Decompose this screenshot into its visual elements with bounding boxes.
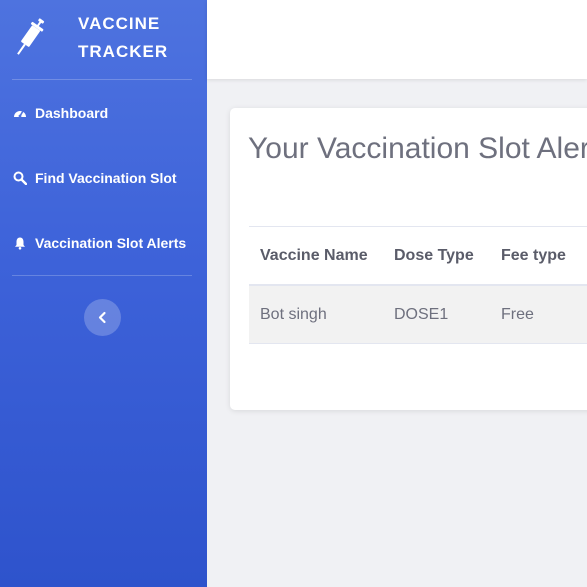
sidebar-item-label: Vaccination Slot Alerts bbox=[35, 235, 187, 251]
sidebar: VACCINE TRACKER Dashboard Find Vaccinati… bbox=[0, 0, 207, 587]
chevron-left-icon bbox=[98, 311, 106, 324]
sidebar-item-dashboard[interactable]: Dashboard bbox=[0, 93, 207, 133]
cell-vaccine-name: Bot singh bbox=[260, 306, 327, 323]
page-title: Your Vaccination Slot Alerts bbox=[248, 132, 587, 165]
sidebar-item-find-slot[interactable]: Find Vaccination Slot bbox=[0, 158, 207, 198]
cell-dose-type: DOSE1 bbox=[394, 306, 449, 323]
brand[interactable]: VACCINE TRACKER bbox=[0, 0, 207, 79]
alerts-table: Vaccine Name Dose Type Fee type Bot sing… bbox=[249, 226, 587, 344]
table-header: Vaccine Name Dose Type Fee type bbox=[249, 226, 587, 286]
column-header-dose-type: Dose Type bbox=[394, 247, 474, 264]
syringe-icon bbox=[17, 18, 45, 55]
sidebar-divider bbox=[12, 275, 192, 276]
sidebar-toggle-button[interactable] bbox=[84, 299, 121, 336]
table-row[interactable]: Bot singh DOSE1 Free bbox=[249, 286, 587, 344]
sidebar-divider bbox=[12, 79, 192, 80]
sidebar-item-slot-alerts[interactable]: Vaccination Slot Alerts bbox=[0, 223, 207, 263]
bell-icon bbox=[15, 237, 25, 250]
search-icon bbox=[13, 171, 27, 185]
tachometer-icon bbox=[14, 110, 26, 118]
column-header-vaccine-name: Vaccine Name bbox=[260, 247, 368, 264]
sidebar-item-label: Dashboard bbox=[35, 105, 109, 121]
brand-line-1: VACCINE bbox=[78, 14, 161, 33]
topbar bbox=[207, 0, 587, 79]
cell-fee-type: Free bbox=[501, 306, 534, 323]
brand-name: VACCINE TRACKER bbox=[78, 10, 169, 66]
sidebar-item-label: Find Vaccination Slot bbox=[35, 170, 177, 186]
column-header-fee-type: Fee type bbox=[501, 247, 566, 264]
alerts-card: Your Vaccination Slot Alerts Vaccine Nam… bbox=[230, 108, 587, 410]
brand-line-2: TRACKER bbox=[78, 42, 169, 61]
